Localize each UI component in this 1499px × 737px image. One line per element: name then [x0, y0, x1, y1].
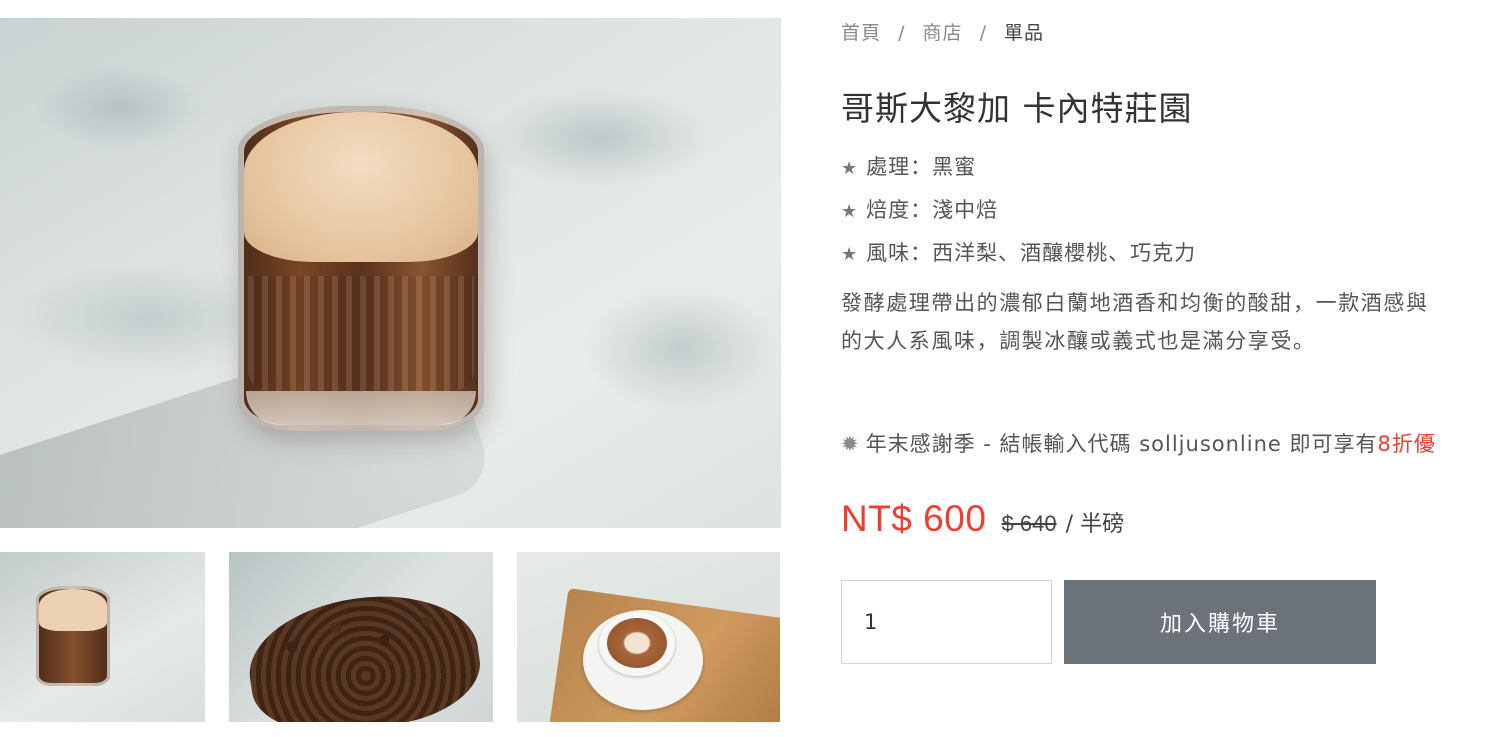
price-row: NT$ 600 $ 640 / 半磅 — [841, 498, 1124, 540]
thumbnail-glass[interactable] — [0, 552, 205, 722]
description-line: 發酵處理帶出的濃郁白蘭地酒香和均衡的酸甜，一款酒感與 — [841, 291, 1429, 315]
product-title: 哥斯大黎加 卡內特莊園 — [841, 89, 1193, 128]
description-line: 的大人系風味，調製冰釀或義式也是滿分享受。 — [841, 329, 1316, 353]
promo-discount: 8折優 — [1377, 432, 1436, 456]
product-spec-list: ★ 處理：黑蜜 ★ 焙度：淺中焙 ★ 風味：西洋梨、酒釀櫻桃、巧克力 — [841, 151, 1196, 280]
main-product-image[interactable] — [0, 18, 781, 528]
quantity-input[interactable] — [841, 580, 1052, 664]
add-to-cart-button[interactable]: 加入購物車 — [1064, 580, 1376, 664]
star-icon: ★ — [841, 244, 859, 265]
price-unit: / 半磅 — [1065, 512, 1125, 537]
spec-process: ★ 處理：黑蜜 — [841, 151, 1196, 194]
product-description: 發酵處理帶出的濃郁白蘭地酒香和均衡的酸甜，一款酒感與 的大人系風味，調製冰釀或義… — [841, 284, 1499, 360]
thumbnail-beans[interactable] — [229, 552, 493, 722]
spec-flavor: ★ 風味：西洋梨、酒釀櫻桃、巧克力 — [841, 237, 1196, 280]
sun-gear-icon: ✹ — [841, 432, 860, 456]
glass-base — [246, 391, 476, 425]
breadcrumb: 首頁 / 商店 / 單品 — [841, 18, 1044, 45]
original-price: $ 640 — [1001, 511, 1057, 536]
breadcrumb-home-link[interactable]: 首頁 — [841, 22, 881, 44]
breadcrumb-shop-link[interactable]: 商店 — [923, 22, 963, 44]
spec-roast: ★ 焙度：淺中焙 — [841, 194, 1196, 237]
star-icon: ★ — [841, 158, 859, 179]
promo-banner: ✹ 年末感謝季 - 結帳輸入代碼 solljusonline 即可享有8折優 — [841, 428, 1436, 458]
coffee-beans-illustration — [241, 582, 487, 722]
spec-text: 風味：西洋梨、酒釀櫻桃、巧克力 — [866, 241, 1197, 265]
promo-text: 年末感謝季 - 結帳輸入代碼 solljusonline 即可享有 — [865, 432, 1378, 456]
latte-cup — [599, 612, 675, 676]
coffee-glass-mini — [36, 586, 110, 686]
breadcrumb-separator: / — [898, 22, 906, 44]
coffee-foam — [244, 112, 478, 262]
spec-text: 焙度：淺中焙 — [866, 198, 999, 222]
star-icon: ★ — [841, 201, 859, 222]
thumbnail-latte[interactable] — [517, 552, 780, 722]
glass-ribs — [248, 276, 474, 391]
breadcrumb-separator: / — [979, 22, 987, 44]
coffee-glass-illustration — [238, 106, 484, 431]
spec-text: 處理：黑蜜 — [866, 155, 977, 179]
breadcrumb-current: 單品 — [1004, 22, 1045, 44]
sale-price: NT$ 600 — [841, 498, 987, 539]
